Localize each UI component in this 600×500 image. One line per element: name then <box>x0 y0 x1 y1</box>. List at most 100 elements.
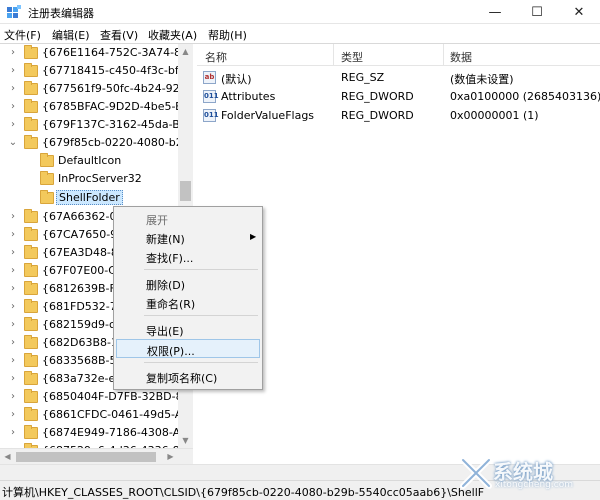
close-button[interactable]: ✕ <box>558 0 600 24</box>
expand-arrow-icon[interactable]: › <box>8 426 18 440</box>
expand-arrow-icon[interactable]: › <box>8 264 18 278</box>
status-bar: 计算机\HKEY_CLASSES_ROOT\CLSID\{679f85cb-02… <box>0 480 600 500</box>
tree-item-label: {6833568B-54 <box>42 354 124 367</box>
menu-file[interactable]: 文件(F) <box>4 27 41 43</box>
menu-item-expand[interactable]: 展开 <box>116 209 260 228</box>
tree-item-label: {6850404F-D7FB-32BD-83 <box>42 390 178 403</box>
collapse-arrow-icon[interactable]: ⌄ <box>8 136 18 150</box>
expand-arrow-icon[interactable]: › <box>8 82 18 96</box>
tree-item[interactable]: InProcServer32 <box>0 170 178 188</box>
tree-item[interactable]: DefaultIcon <box>0 152 178 170</box>
expand-arrow-icon[interactable]: › <box>8 118 18 132</box>
menu-view[interactable]: 查看(V) <box>100 27 138 43</box>
menu-item-new[interactable]: 新建(N) ▶ <box>116 228 260 247</box>
value-row[interactable]: 011 FolderValueFlags REG_DWORD 0x0000000… <box>197 106 600 125</box>
expand-arrow-icon[interactable]: › <box>8 318 18 332</box>
minimize-button[interactable]: — <box>474 0 516 24</box>
menu-item-label: 重命名(R) <box>146 298 196 311</box>
column-header-type[interactable]: 类型 <box>341 49 363 65</box>
menu-item-permissions[interactable]: 权限(P)... <box>116 339 260 358</box>
tree-item[interactable]: › {6850404F-D7FB-32BD-83 <box>0 388 178 406</box>
tree-item[interactable]: › {6861CFDC-0461-49d5-A8 <box>0 406 178 424</box>
expand-arrow-icon[interactable]: › <box>8 408 18 422</box>
folder-icon <box>24 299 38 313</box>
menu-separator <box>144 362 258 363</box>
value-data: 0x00000001 (1) <box>450 109 539 122</box>
scroll-up-arrow-icon[interactable]: ▲ <box>178 44 193 59</box>
expand-arrow-icon[interactable]: › <box>8 372 18 386</box>
menu-item-export[interactable]: 导出(E) <box>116 320 260 339</box>
column-header-name[interactable]: 名称 <box>205 49 227 65</box>
menu-item-label: 导出(E) <box>146 325 184 338</box>
folder-icon <box>24 407 38 421</box>
menu-item-find[interactable]: 查找(F)... <box>116 247 260 266</box>
value-name: FolderValueFlags <box>221 109 315 122</box>
tree-item-label: {6812639B-FD <box>42 282 125 295</box>
menu-favorites[interactable]: 收藏夹(A) <box>148 27 197 43</box>
tree-item-label: {683a732e-ee <box>42 372 123 385</box>
value-data: 0xa0100000 (2685403136) <box>450 90 600 103</box>
folder-icon <box>24 317 38 331</box>
tree-item[interactable]: › {6785BFAC-9D2D-4be5-B7 <box>0 98 178 116</box>
menu-edit[interactable]: 编辑(E) <box>52 27 90 43</box>
column-divider[interactable] <box>333 44 334 66</box>
menu-help[interactable]: 帮助(H) <box>208 27 247 43</box>
tree-item-label: {6785BFAC-9D2D-4be5-B7 <box>42 100 178 113</box>
tree-item[interactable]: › {677561f9-50fc-4b24-921c <box>0 80 178 98</box>
tree-item-label: ShellFolder <box>56 190 123 205</box>
expand-arrow-icon[interactable]: › <box>8 282 18 296</box>
menu-item-rename[interactable]: 重命名(R) <box>116 293 260 312</box>
tree-item-label: {677561f9-50fc-4b24-921c <box>42 82 178 95</box>
tree-item-label: {676E1164-752C-3A74-8D <box>42 46 178 59</box>
scroll-down-arrow-icon[interactable]: ▼ <box>178 433 193 448</box>
expand-arrow-icon[interactable]: › <box>8 210 18 224</box>
scrollbar-thumb[interactable] <box>180 181 191 201</box>
menu-item-label: 删除(D) <box>146 279 186 292</box>
tree-horizontal-scrollbar[interactable]: ◀ ▶ <box>0 448 193 464</box>
expand-arrow-icon[interactable]: › <box>8 300 18 314</box>
tree-item-label: {67F07E00-CC <box>42 264 124 277</box>
title-bar: 注册表编辑器 — ☐ ✕ <box>0 0 600 24</box>
value-type: REG_DWORD <box>341 109 414 122</box>
scrollbar-thumb[interactable] <box>16 452 156 462</box>
expand-arrow-icon[interactable]: › <box>8 46 18 60</box>
expand-arrow-icon[interactable]: › <box>8 354 18 368</box>
tree-item-selected[interactable]: ShellFolder <box>0 189 178 207</box>
value-row[interactable]: ab (默认) REG_SZ (数值未设置) <box>197 68 600 87</box>
menu-item-copy-key-name[interactable]: 复制项名称(C) <box>116 367 260 386</box>
tree-item-label: {679F137C-3162-45da-BE3 <box>42 118 178 131</box>
tree-item-label: {6874E949-7186-4308-A1E <box>42 426 178 439</box>
folder-icon <box>24 117 38 131</box>
folder-icon <box>24 63 38 77</box>
folder-icon <box>24 81 38 95</box>
folder-icon <box>40 171 54 185</box>
column-divider[interactable] <box>443 44 444 66</box>
expand-arrow-icon[interactable]: › <box>8 100 18 114</box>
tree-item[interactable]: › {679F137C-3162-45da-BE3 <box>0 116 178 134</box>
expand-arrow-icon[interactable]: › <box>8 390 18 404</box>
value-row[interactable]: 011 Attributes REG_DWORD 0xa0100000 (268… <box>197 87 600 106</box>
expand-arrow-icon[interactable]: › <box>8 246 18 260</box>
value-name: Attributes <box>221 90 276 103</box>
window-title: 注册表编辑器 <box>28 7 94 20</box>
tree-item[interactable]: › {676E1164-752C-3A74-8D <box>0 44 178 62</box>
scroll-left-arrow-icon[interactable]: ◀ <box>0 449 15 465</box>
menu-separator <box>144 269 258 270</box>
folder-icon <box>24 389 38 403</box>
tree-item[interactable]: ⌄ {679f85cb-0220-4080-b29 <box>0 134 178 152</box>
scroll-right-arrow-icon[interactable]: ▶ <box>163 449 178 465</box>
tree-item-label: {6861CFDC-0461-49d5-A8 <box>42 408 178 421</box>
value-type: REG_DWORD <box>341 90 414 103</box>
expand-arrow-icon[interactable]: › <box>8 336 18 350</box>
folder-icon <box>24 353 38 367</box>
menu-item-delete[interactable]: 删除(D) <box>116 274 260 293</box>
list-horizontal-scrollbar[interactable] <box>0 464 600 480</box>
expand-arrow-icon[interactable]: › <box>8 228 18 242</box>
column-header-data[interactable]: 数据 <box>450 49 472 65</box>
folder-open-icon <box>24 135 38 149</box>
menu-item-label: 查找(F)... <box>146 252 194 265</box>
tree-item[interactable]: › {67718415-c450-4f3c-bf8a <box>0 62 178 80</box>
maximize-button[interactable]: ☐ <box>516 0 558 24</box>
tree-item[interactable]: › {6874E949-7186-4308-A1E <box>0 424 178 442</box>
expand-arrow-icon[interactable]: › <box>8 64 18 78</box>
